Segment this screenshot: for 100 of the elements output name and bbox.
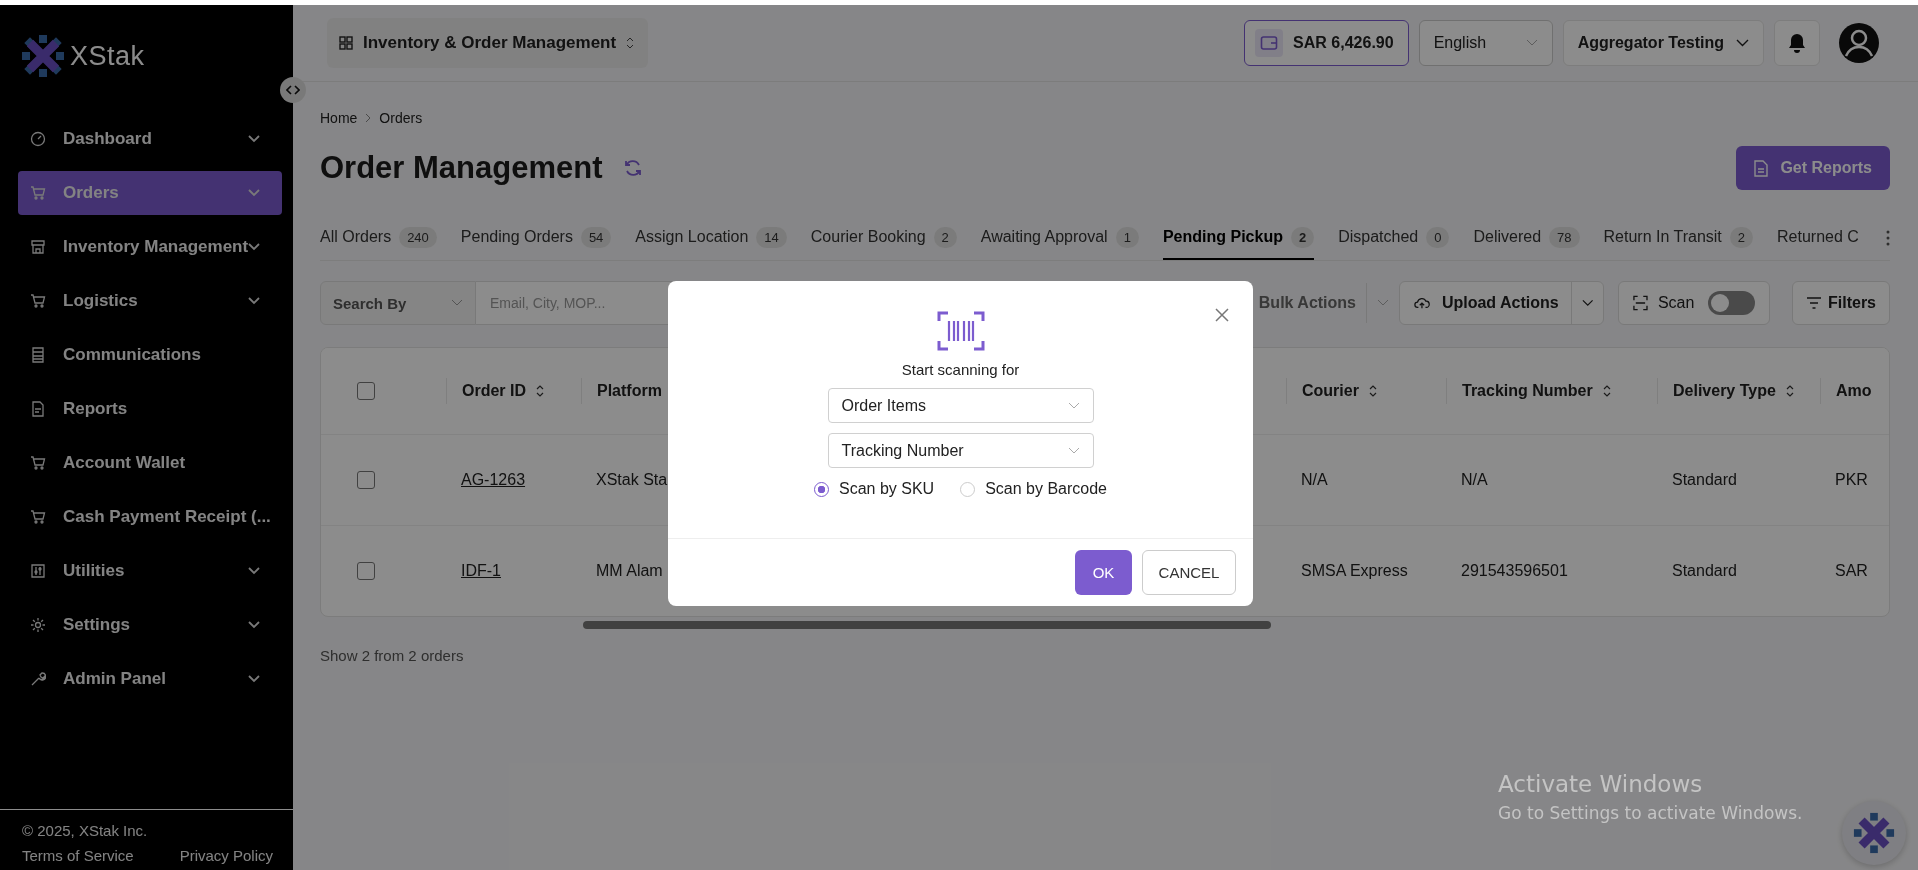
chevron-down-icon	[248, 189, 260, 197]
row-checkbox[interactable]	[357, 471, 375, 489]
app-switcher[interactable]: Inventory & Order Management	[327, 18, 649, 68]
table-cell: SAR	[1835, 562, 1868, 579]
tab[interactable]: All Orders 240	[320, 216, 437, 260]
tab[interactable]: Delivered 78	[1473, 216, 1580, 260]
table-cell: XStak Sta	[596, 471, 668, 488]
table-cell: 291543596501	[1461, 562, 1568, 579]
search-by-select[interactable]: Search By	[320, 281, 476, 325]
column-header[interactable]: Courier	[1302, 382, 1359, 400]
column-header[interactable]: Amo	[1836, 382, 1872, 400]
dropdown-select[interactable]: Order Items	[827, 388, 1094, 423]
doc-icon	[30, 401, 46, 417]
cancel-button[interactable]: CANCEL	[1142, 550, 1236, 595]
cart-icon	[30, 455, 46, 471]
chevron-down-icon	[1067, 401, 1080, 410]
upload-actions-button[interactable]: Upload Actions	[1399, 281, 1604, 325]
sidebar-item[interactable]: Logistics	[18, 279, 282, 323]
chevron-down-icon	[248, 567, 260, 575]
account-menu[interactable]: Aggregator Testing	[1562, 20, 1764, 66]
get-reports-button[interactable]: Get Reports	[1736, 146, 1890, 190]
tab[interactable]: Pending Orders 54	[460, 216, 612, 260]
page-title: Order Management	[320, 150, 603, 186]
sidebar-item[interactable]: Settings	[18, 603, 282, 647]
dropdown-select[interactable]: Tracking Number	[827, 433, 1094, 468]
scan-toggle[interactable]	[1708, 291, 1755, 315]
bulk-actions-select[interactable]: Bulk Actions	[1258, 282, 1389, 324]
sort-icon[interactable]	[1368, 385, 1377, 397]
order-link[interactable]: IDF-1	[461, 562, 501, 579]
order-link[interactable]: AG-1263	[461, 471, 526, 488]
results-summary: Show 2 from 2 orders	[320, 647, 465, 664]
sidebar-item[interactable]: Communications	[18, 333, 282, 377]
cart-icon	[30, 185, 46, 201]
row-checkbox[interactable]	[357, 562, 375, 580]
table-cell: PKR	[1835, 471, 1868, 488]
tab[interactable]: Return In Transit 2	[1603, 216, 1753, 260]
activation-notice-text: Go to Settings to activate Windows.	[1498, 803, 1803, 823]
scan-label: Scan	[1657, 294, 1695, 312]
tab[interactable]: Awaiting Approval 1	[980, 216, 1139, 260]
sidebar-item[interactable]: Inventory Management	[18, 225, 282, 269]
avatar-icon[interactable]	[1838, 22, 1880, 64]
chevron-down-icon	[1067, 446, 1080, 455]
logo-icon	[1852, 811, 1896, 855]
sort-icon[interactable]	[536, 385, 544, 397]
filters-button[interactable]: Filters	[1792, 281, 1890, 325]
tab[interactable]: Assign Location 14	[635, 216, 787, 260]
column-header[interactable]: Tracking Number	[1462, 382, 1593, 400]
table-cell: SMSA Express	[1301, 562, 1408, 579]
dialog-prompt: Start scanning for	[901, 361, 1020, 378]
select-all-checkbox[interactable]	[357, 382, 375, 400]
sidebar-item[interactable]: Dashboard	[18, 117, 282, 161]
sort-icon[interactable]	[1785, 385, 1794, 397]
gauge-icon	[30, 131, 46, 147]
chevron-down-icon	[248, 621, 260, 629]
tab[interactable]: Returned C	[1777, 216, 1859, 260]
column-header[interactable]: Order ID	[462, 382, 526, 400]
sliders-icon	[30, 563, 46, 579]
tab[interactable]: Pending Pickup 2	[1162, 216, 1315, 260]
chevron-down-icon	[248, 243, 261, 251]
list-icon	[30, 347, 46, 363]
close-icon[interactable]	[1214, 307, 1230, 323]
tab[interactable]: Courier Booking 2	[810, 216, 957, 260]
ok-button[interactable]: OK	[1075, 550, 1132, 595]
chevron-down-icon	[1525, 39, 1538, 47]
wrench-icon	[30, 671, 46, 687]
bell-icon	[1788, 33, 1806, 53]
grid-icon	[339, 36, 353, 50]
sort-icon	[626, 37, 635, 49]
refresh-icon[interactable]	[622, 158, 643, 178]
wallet-icon	[1260, 35, 1279, 51]
code-arrows-icon	[286, 85, 300, 95]
sidebar-item[interactable]: Cash Payment Receipt (...	[18, 495, 282, 539]
filter-icon	[1806, 297, 1822, 309]
sidebar-item[interactable]: Reports	[18, 387, 282, 431]
breadcrumb-link[interactable]: Home	[320, 110, 358, 126]
gear-icon	[30, 617, 46, 633]
radio-label[interactable]: Scan by Barcode	[985, 480, 1107, 498]
footer-link[interactable]: Privacy Policy	[179, 847, 273, 864]
sidebar-item[interactable]: Admin Panel	[18, 657, 282, 701]
cart-icon	[30, 293, 46, 309]
logo-icon	[20, 33, 66, 79]
chevron-right-icon	[365, 113, 372, 123]
sidebar-item[interactable]: Utilities	[18, 549, 282, 593]
column-header[interactable]: Platform	[597, 382, 662, 400]
breadcrumb-link[interactable]: Orders	[379, 110, 423, 126]
radio-button[interactable]	[814, 481, 829, 497]
radio-label[interactable]: Scan by SKU	[839, 480, 935, 498]
sidebar-item[interactable]: Account Wallet	[18, 441, 282, 485]
notifications-button[interactable]	[1774, 20, 1820, 66]
column-header[interactable]: Delivery Type	[1673, 382, 1776, 400]
horizontal-scrollbar[interactable]	[583, 621, 1271, 629]
cart-icon	[30, 509, 46, 525]
sidebar-item[interactable]: Orders	[18, 171, 282, 215]
chevron-down-icon	[1377, 299, 1389, 307]
sort-icon[interactable]	[1602, 385, 1611, 397]
chevron-down-icon	[248, 297, 260, 305]
language-select[interactable]: English	[1418, 20, 1553, 66]
tab[interactable]: Dispatched 0	[1338, 216, 1450, 260]
footer-link[interactable]: Terms of Service	[22, 847, 134, 864]
wallet-balance[interactable]: SAR 6,426.90	[1244, 20, 1409, 66]
